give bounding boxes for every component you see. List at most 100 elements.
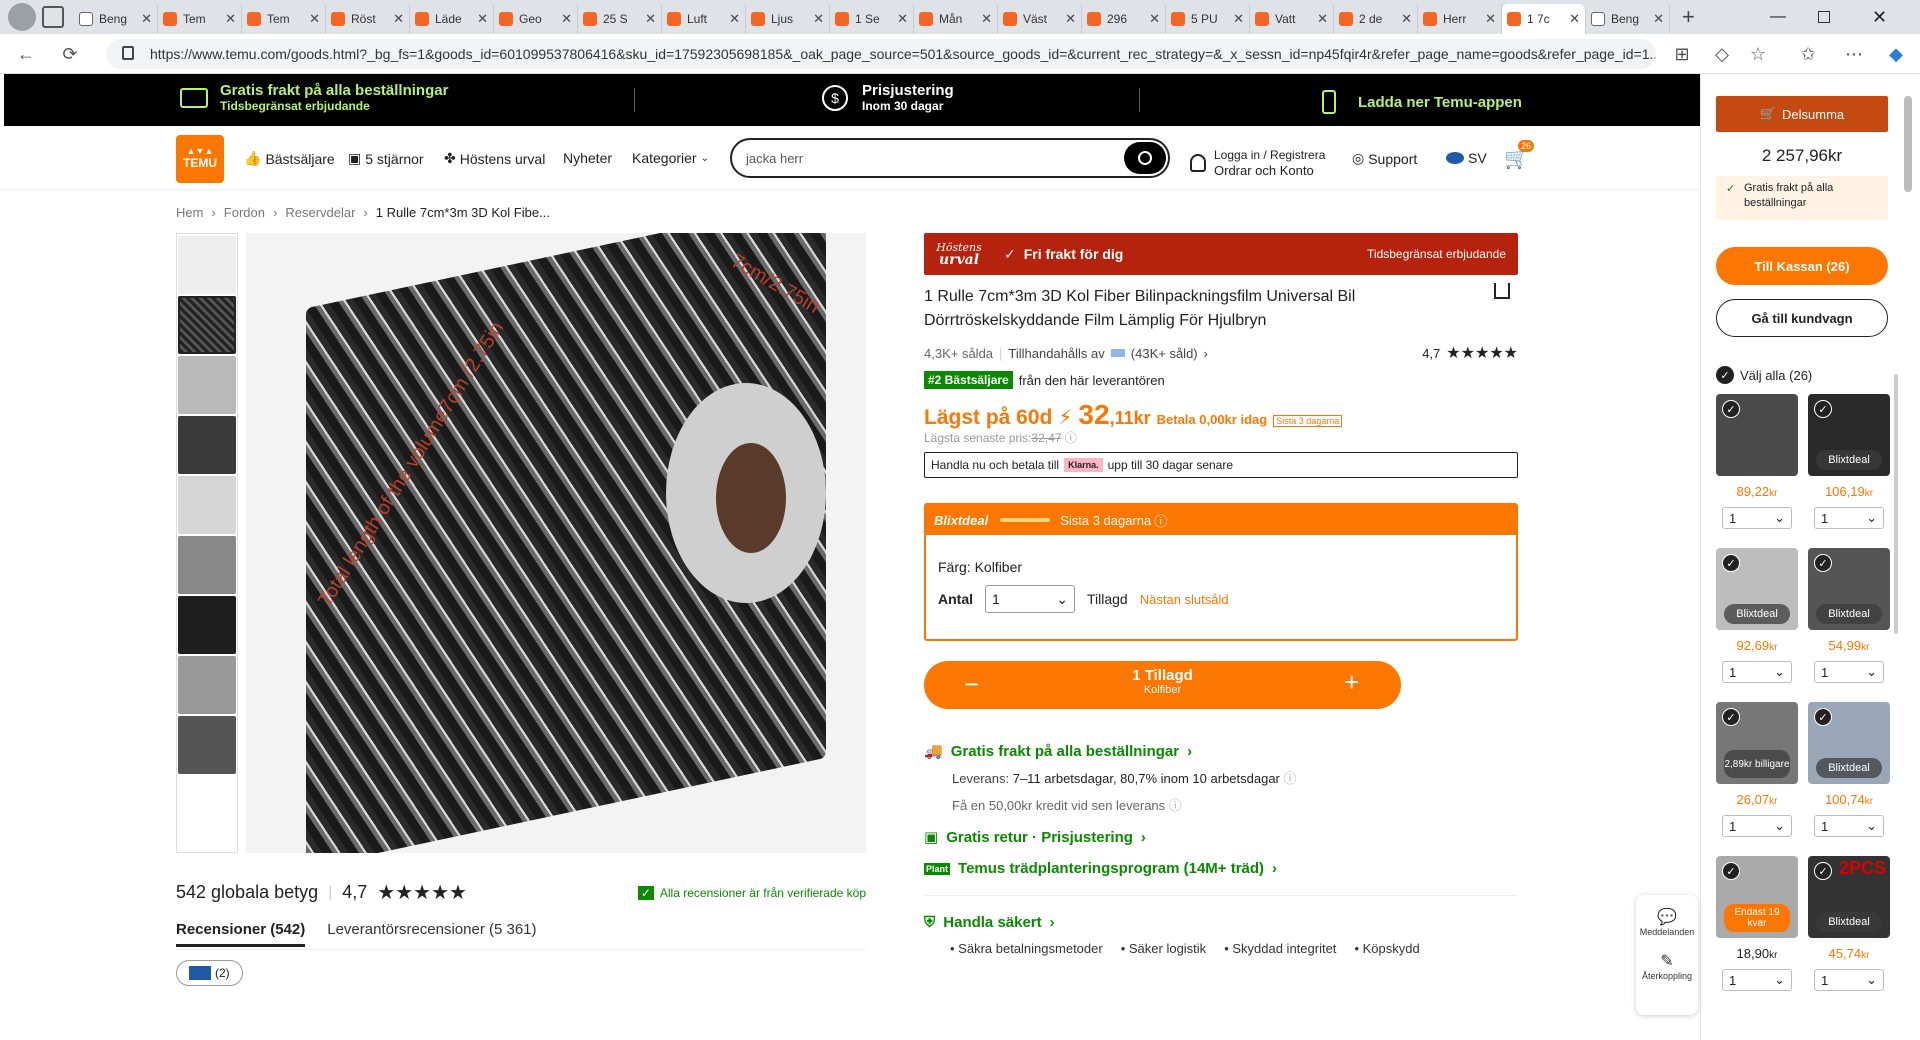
browser-tab[interactable]: Ljus ✕ <box>746 4 830 34</box>
cart-item-image[interactable]: ✓ 2PCS Blixtdeal <box>1808 856 1890 938</box>
help-icon[interactable]: ⓘ <box>1154 511 1167 530</box>
close-tab-icon[interactable]: ✕ <box>813 11 824 27</box>
cart-item[interactable]: ✓ Blixtdeal 100,74kr 1 ⌄ <box>1808 702 1890 837</box>
check-icon[interactable]: ✓ <box>1722 708 1740 726</box>
browser-tab[interactable]: 1 Se ✕ <box>830 4 914 34</box>
messages-button[interactable]: 💬 Meddelanden <box>1636 895 1698 937</box>
favorite-icon[interactable]: ☆ <box>1746 42 1770 66</box>
favorites-list-icon[interactable]: ✩ <box>1796 42 1820 66</box>
nav-5-stars[interactable]: ▣ 5 stjärnor <box>348 150 424 167</box>
thumbnail[interactable] <box>178 716 236 774</box>
close-tab-icon[interactable]: ✕ <box>897 11 908 27</box>
browser-tab[interactable]: 5 PU ✕ <box>1166 4 1250 34</box>
thumbnail[interactable] <box>178 596 236 654</box>
account-link[interactable]: Logga in / Registrera Ordrar och Konto <box>1190 148 1325 178</box>
browser-tab[interactable]: Läde ✕ <box>410 4 494 34</box>
check-icon[interactable]: ✓ <box>1722 862 1740 880</box>
reload-icon[interactable]: ⟳ <box>58 42 82 66</box>
share-icon[interactable] <box>1494 283 1510 299</box>
thumbnail[interactable] <box>178 296 236 354</box>
cart-item-image[interactable]: ✓ Blixtdeal <box>1808 548 1890 630</box>
thumbnail[interactable] <box>178 416 236 474</box>
close-tab-icon[interactable]: ✕ <box>393 11 404 27</box>
cart-item[interactable]: ✓ Blixtdeal 106,19kr 1 ⌄ <box>1808 394 1890 529</box>
cart-item-qty-select[interactable]: 1 ⌄ <box>1814 661 1884 683</box>
close-tab-icon[interactable]: ✕ <box>729 11 740 27</box>
cart-item-image[interactable]: ✓ 2,89kr billigare <box>1716 702 1798 784</box>
browser-tab[interactable]: Beng ✕ <box>1586 4 1670 34</box>
cart-item[interactable]: ✓ Blixtdeal 92,69kr 1 ⌄ <box>1716 548 1798 683</box>
thumbnail[interactable] <box>178 356 236 414</box>
cart-item-image[interactable]: ✓ Blixtdeal <box>1808 394 1890 476</box>
close-tab-icon[interactable]: ✕ <box>1065 11 1076 27</box>
browser-tab[interactable]: 25 S ✕ <box>578 4 662 34</box>
info-icon[interactable]: ⓘ <box>1284 771 1297 786</box>
check-icon[interactable]: ✓ <box>1814 400 1832 418</box>
browser-tab[interactable]: Väst ✕ <box>998 4 1082 34</box>
extension-icon[interactable]: ◇ <box>1710 42 1734 66</box>
close-tab-icon[interactable]: ✕ <box>141 11 152 27</box>
promo-app[interactable]: Ladda ner Temu-appen <box>1322 90 1522 114</box>
check-icon[interactable]: ✓ <box>1722 554 1740 572</box>
crumb-home[interactable]: Hem <box>176 205 203 220</box>
seller-sold[interactable]: (43K+ såld) <box>1131 346 1198 361</box>
close-tab-icon[interactable]: ✕ <box>645 11 656 27</box>
close-tab-icon[interactable]: ✕ <box>981 11 992 27</box>
nav-categories[interactable]: Kategorier ⌄ <box>632 150 709 166</box>
browser-tab[interactable]: Vatt ✕ <box>1250 4 1334 34</box>
cart-item-image[interactable]: ✓ Blixtdeal <box>1716 548 1798 630</box>
cart-item[interactable]: ✓ Endast 19 kvar 18,90kr 1 ⌄ <box>1716 856 1798 991</box>
close-tab-icon[interactable]: ✕ <box>1317 11 1328 27</box>
cart-item-qty-select[interactable]: 1 ⌄ <box>1814 507 1884 529</box>
promo-free-shipping[interactable]: Gratis frakt på alla beställningar Tidsb… <box>180 82 448 113</box>
app-icon[interactable]: ⊞ <box>1670 42 1694 66</box>
cart-item-image[interactable]: ✓ Endast 19 kvar <box>1716 856 1798 938</box>
close-tab-icon[interactable]: ✕ <box>1149 11 1160 27</box>
crumb-vehicles[interactable]: Fordon <box>224 205 265 220</box>
product-main-image[interactable]: 7cm/2.75in Total length of the volume7cm… <box>246 233 866 853</box>
browser-tab[interactable]: Mån ✕ <box>914 4 998 34</box>
flag-filter[interactable]: (2) <box>176 960 243 986</box>
cart-item-image[interactable]: ✓ <box>1716 394 1798 476</box>
cart-item[interactable]: ✓ 2,89kr billigare 26,07kr 1 ⌄ <box>1716 702 1798 837</box>
feedback-button[interactable]: ✎ Återkoppling <box>1636 937 1698 981</box>
browser-tab[interactable]: 296 ✕ <box>1082 4 1166 34</box>
close-window-button[interactable]: ✕ <box>1872 7 1887 28</box>
close-tab-icon[interactable]: ✕ <box>561 11 572 27</box>
safe-shopping-link[interactable]: ⛨ Handla säkert › <box>924 914 1518 931</box>
select-all[interactable]: ✓ Välj alla (26) <box>1716 366 1812 384</box>
close-tab-icon[interactable]: ✕ <box>1233 11 1244 27</box>
add-to-cart-button[interactable]: − 1 Tillagd Kolfiber + <box>924 661 1401 709</box>
thumbnail[interactable] <box>178 476 236 534</box>
support-link[interactable]: ◎ Support <box>1352 150 1417 167</box>
cart-item[interactable]: ✓ Blixtdeal 54,99kr 1 ⌄ <box>1808 548 1890 683</box>
url-field[interactable]: https://www.temu.com/goods.html?_bg_fs=1… <box>106 39 1656 69</box>
tree-program-link[interactable]: Plant Temus trädplanteringsprogram (14M+ … <box>924 860 1518 877</box>
close-tab-icon[interactable]: ✕ <box>225 11 236 27</box>
browser-tab[interactable]: Röst ✕ <box>326 4 410 34</box>
seller-logo-icon[interactable] <box>1110 349 1125 357</box>
check-icon[interactable]: ✓ <box>1722 400 1740 418</box>
free-return-link[interactable]: ▣ Gratis retur · Prisjustering › <box>924 828 1518 847</box>
lock-icon[interactable] <box>122 46 134 60</box>
cart-item-qty-select[interactable]: 1 ⌄ <box>1722 969 1792 991</box>
cart-item[interactable]: ✓ 2PCS Blixtdeal 45,74kr 1 ⌄ <box>1808 856 1890 991</box>
free-shipping-link[interactable]: 🚚 Gratis frakt på alla beställningar › <box>924 742 1518 761</box>
browser-tab[interactable]: Geo ✕ <box>494 4 578 34</box>
cart-item-qty-select[interactable]: 1 ⌄ <box>1814 969 1884 991</box>
info-icon[interactable]: ⓘ <box>1065 431 1077 445</box>
cart-item-qty-select[interactable]: 1 ⌄ <box>1722 815 1792 837</box>
rating-stars[interactable]: ★★★★★ <box>1446 343 1518 363</box>
browser-tab[interactable]: Tem ✕ <box>242 4 326 34</box>
browser-tab[interactable]: Tem ✕ <box>158 4 242 34</box>
crumb-parts[interactable]: Reservdelar <box>285 205 355 220</box>
promo-price-adjust[interactable]: $ Prisjustering Inom 30 dagar <box>822 82 954 113</box>
close-tab-icon[interactable]: ✕ <box>1401 11 1412 27</box>
thumbnail[interactable] <box>178 536 236 594</box>
close-tab-icon[interactable]: ✕ <box>1653 11 1664 27</box>
nav-autumn[interactable]: ✤ Höstens urval <box>444 150 545 167</box>
search-input[interactable]: jacka herr <box>730 138 1170 178</box>
cart-item-qty-select[interactable]: 1 ⌄ <box>1722 507 1792 529</box>
close-tab-icon[interactable]: ✕ <box>477 11 488 27</box>
thumbnail[interactable] <box>178 656 236 714</box>
